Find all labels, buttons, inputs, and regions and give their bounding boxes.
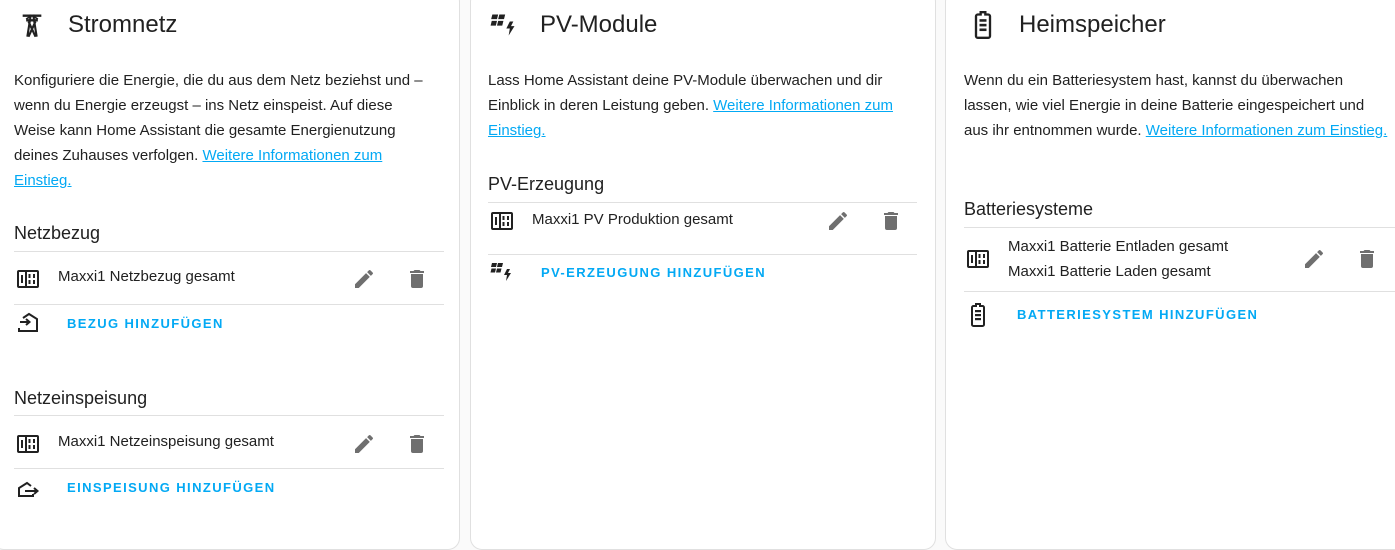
solar-power-icon <box>490 11 518 39</box>
list-item: Maxxi1 PV Produktion gesamt <box>488 202 917 256</box>
entity-name: Maxxi1 Netzbezug gesamt <box>58 268 235 285</box>
card-title: Stromnetz <box>68 11 178 38</box>
list-item: Maxxi1 Batterie Entladen gesamt Maxxi1 B… <box>964 227 1395 292</box>
grid-card-header: Stromnetz <box>18 3 177 47</box>
add-solar-button[interactable]: PV-ERZEUGUNG HINZUFÜGEN <box>488 254 917 308</box>
transmission-tower-icon <box>18 11 46 39</box>
battery-card-header: Heimspeicher <box>969 3 1166 47</box>
delete-icon[interactable] <box>879 209 903 233</box>
entity-name-discharge: Maxxi1 Batterie Entladen gesamt <box>1008 238 1229 255</box>
solar-power-icon <box>490 260 514 284</box>
section-title: PV-Erzeugung <box>488 174 605 194</box>
list-item: Maxxi1 Netzeinspeisung gesamt <box>14 415 444 460</box>
battery-icon <box>969 11 997 39</box>
add-battery-label: BATTERIESYSTEM HINZUFÜGEN <box>1017 307 1259 322</box>
entity-name-charge: Maxxi1 Batterie Laden gesamt <box>1008 263 1211 280</box>
card-description: Konfiguriere die Energie, die du aus dem… <box>14 68 424 193</box>
energy-meter-icon <box>490 209 514 233</box>
card-title: Heimspeicher <box>1019 11 1166 38</box>
delete-icon[interactable] <box>405 267 429 291</box>
list-item: Maxxi1 Netzbezug gesamt <box>14 251 444 305</box>
edit-icon[interactable] <box>1302 247 1326 271</box>
card-title: PV-Module <box>540 11 658 38</box>
getting-started-link[interactable]: Weitere Informationen zum Einstieg. <box>1146 122 1388 139</box>
battery-icon <box>966 303 990 327</box>
transmission-tower-import-icon <box>16 311 40 335</box>
entity-name: Maxxi1 Netzeinspeisung gesamt <box>58 433 274 450</box>
grid-card: Stromnetz Konfiguriere die Energie, die … <box>0 0 460 550</box>
add-consumption-button[interactable]: BEZUG HINZUFÜGEN <box>14 304 444 358</box>
energy-meter-icon <box>16 432 40 456</box>
delete-icon[interactable] <box>405 432 429 456</box>
solar-card: PV-Module Lass Home Assistant deine PV-M… <box>470 0 936 550</box>
add-return-label: EINSPEISUNG HINZUFÜGEN <box>67 480 276 495</box>
edit-icon[interactable] <box>826 209 850 233</box>
delete-icon[interactable] <box>1355 247 1379 271</box>
section-title: Netzbezug <box>14 223 101 243</box>
section-title: Batteriesysteme <box>964 199 1094 219</box>
add-solar-label: PV-ERZEUGUNG HINZUFÜGEN <box>541 265 767 280</box>
battery-card: Heimspeicher Wenn du ein Batteriesystem … <box>945 0 1395 550</box>
section-title: Netzeinspeisung <box>14 388 148 408</box>
add-return-button[interactable]: EINSPEISUNG HINZUFÜGEN <box>14 468 444 522</box>
edit-icon[interactable] <box>352 432 376 456</box>
card-description: Wenn du ein Batteriesystem hast, kannst … <box>964 68 1389 143</box>
add-consumption-label: BEZUG HINZUFÜGEN <box>67 316 224 331</box>
energy-meter-icon <box>16 267 40 291</box>
solar-card-header: PV-Module <box>490 3 657 47</box>
energy-meter-icon <box>966 247 990 271</box>
transmission-tower-export-icon <box>16 476 40 500</box>
card-description: Lass Home Assistant deine PV-Module über… <box>488 68 918 143</box>
entity-name: Maxxi1 PV Produktion gesamt <box>532 211 733 228</box>
edit-icon[interactable] <box>352 267 376 291</box>
add-battery-button[interactable]: BATTERIESYSTEM HINZUFÜGEN <box>964 291 1395 345</box>
